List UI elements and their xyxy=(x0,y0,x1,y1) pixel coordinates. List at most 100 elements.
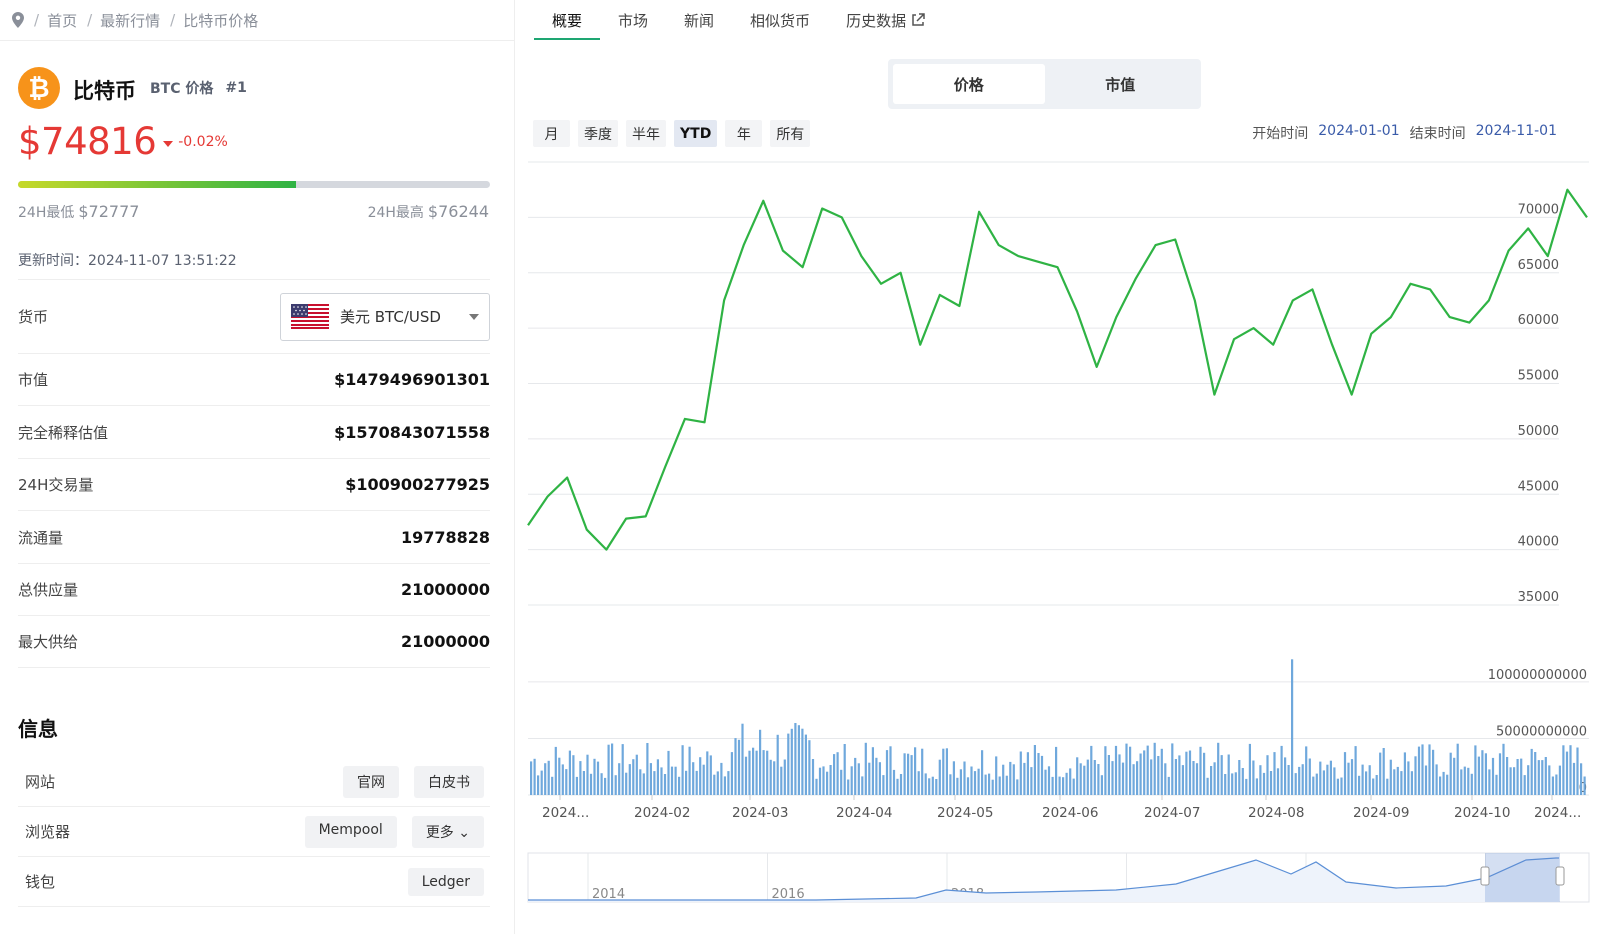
tab-market[interactable]: 市场 xyxy=(600,0,666,40)
volume-bar xyxy=(1012,764,1015,795)
volume-bar xyxy=(1322,770,1325,795)
info-label: 网站 xyxy=(25,773,56,791)
volume-bar xyxy=(1530,748,1533,795)
volume-bar xyxy=(1495,774,1498,795)
period-halfyear[interactable]: 半年 xyxy=(626,120,666,147)
volume-bar xyxy=(1537,760,1540,795)
volume-bar xyxy=(1188,750,1192,795)
volume-bar xyxy=(1410,771,1413,795)
stat-label: 最大供给 xyxy=(18,633,79,651)
volume-bar xyxy=(755,750,758,795)
volume-bar xyxy=(1065,772,1068,795)
period-quarter[interactable]: 季度 xyxy=(578,120,618,147)
period-ytd[interactable]: YTD xyxy=(674,120,718,147)
volume-bar xyxy=(783,759,786,795)
price-axis-label: 65000 xyxy=(1518,258,1559,273)
volume-bar xyxy=(815,778,818,795)
tab-news[interactable]: 新闻 xyxy=(666,0,732,40)
whitepaper-button[interactable]: 白皮书 xyxy=(414,765,484,798)
volume-bar xyxy=(685,770,688,795)
mempool-button[interactable]: Mempool xyxy=(304,815,397,848)
stat-label: 市值 xyxy=(18,371,49,389)
volume-bar xyxy=(787,733,790,795)
stat-label: 流通量 xyxy=(18,528,64,547)
volume-bar xyxy=(847,779,850,795)
volume-bar xyxy=(1210,766,1213,795)
volume-bar xyxy=(914,747,917,795)
stat-label: 总供应量 xyxy=(18,581,79,599)
volume-bar xyxy=(854,757,857,795)
stat-value: $100900277925 xyxy=(345,475,490,494)
volume-bar xyxy=(1125,743,1128,795)
volume-bar xyxy=(977,768,980,795)
volume-bar xyxy=(935,779,938,795)
tab-overview[interactable]: 概要 xyxy=(534,0,601,40)
volume-bar xyxy=(674,766,677,795)
volume-bar xyxy=(896,778,899,795)
volume-bar xyxy=(1354,746,1357,795)
volume-bar xyxy=(1178,755,1181,795)
volume-bar xyxy=(1174,759,1177,795)
period-all[interactable]: 所有 xyxy=(770,120,811,147)
volume-bar xyxy=(843,744,846,795)
volume-bar xyxy=(723,776,726,795)
volume-bar xyxy=(1439,776,1442,795)
volume-bar xyxy=(1368,765,1371,795)
volume-bar xyxy=(533,758,536,795)
volume-bar xyxy=(1262,772,1266,795)
currency-select[interactable]: 美元 BTC/USD xyxy=(280,292,490,341)
volume-bar xyxy=(1139,753,1142,795)
toggle-marketcap[interactable]: 市值 xyxy=(1045,64,1197,104)
volume-bar xyxy=(1224,774,1227,795)
volume-bar xyxy=(966,777,970,795)
volume-bar xyxy=(1343,752,1347,795)
volume-bar xyxy=(1407,761,1410,795)
ledger-button[interactable]: Ledger xyxy=(407,867,484,896)
breadcrumb-home[interactable]: 首页 xyxy=(47,10,77,31)
volume-bar xyxy=(1160,748,1163,795)
x-tick-label: 2024-10 xyxy=(1454,805,1510,821)
volume-bar xyxy=(716,771,719,795)
volume-bar xyxy=(1203,752,1206,795)
stat-value: $1570843071558 xyxy=(334,422,490,442)
volume-bar xyxy=(1298,766,1301,795)
period-month[interactable]: 月 xyxy=(533,120,570,147)
x-tick-label: 2024-02 xyxy=(634,805,690,821)
volume-bar xyxy=(1350,759,1354,795)
volume-bar xyxy=(1347,762,1350,795)
end-date[interactable]: 2024-11-01 xyxy=(1476,123,1557,143)
period-year[interactable]: 年 xyxy=(725,120,763,147)
volume-bar xyxy=(892,769,896,795)
volume-bar xyxy=(748,750,751,795)
volume-bar xyxy=(829,765,832,795)
volume-bar xyxy=(713,774,716,795)
volume-bar xyxy=(1361,764,1364,795)
volume-bar xyxy=(1132,764,1135,795)
stat-label: 24H交易量 xyxy=(18,476,94,494)
volume-bar xyxy=(1153,742,1156,795)
official-site-button[interactable]: 官网 xyxy=(343,765,399,798)
volume-bar xyxy=(1287,765,1290,795)
volume-bar xyxy=(670,766,674,795)
volume-bar xyxy=(818,767,822,795)
volume-bar xyxy=(903,753,906,795)
price-chart[interactable]: 70000 65000 60000 55000 50000 45000 40000 35000… xyxy=(516,150,1613,934)
stats-table: 货币 美元 BTC/USD 市值 $1479496901301 完全稀释估值 $… xyxy=(18,279,490,668)
tab-similar[interactable]: 相似货币 xyxy=(732,0,828,40)
breadcrumb-market[interactable]: 最新行情 xyxy=(100,10,160,31)
volume-bar xyxy=(963,761,966,795)
volume-bar xyxy=(727,771,730,795)
more-explorers-button[interactable]: 更多 ⌄ xyxy=(411,815,484,848)
volume-bar xyxy=(921,748,924,795)
tab-history[interactable]: 历史数据 xyxy=(828,0,943,40)
volume-bar xyxy=(1104,746,1107,795)
volume-bar xyxy=(1234,772,1237,795)
volume-bar xyxy=(1358,775,1361,795)
volume-bar xyxy=(1460,769,1463,795)
start-date[interactable]: 2024-01-01 xyxy=(1318,123,1399,143)
volume-bar xyxy=(1555,774,1558,795)
toggle-price[interactable]: 价格 xyxy=(893,64,1045,104)
volume-bar xyxy=(621,744,624,795)
volume-bar xyxy=(1509,767,1512,795)
price-axis-label: 45000 xyxy=(1518,479,1559,494)
